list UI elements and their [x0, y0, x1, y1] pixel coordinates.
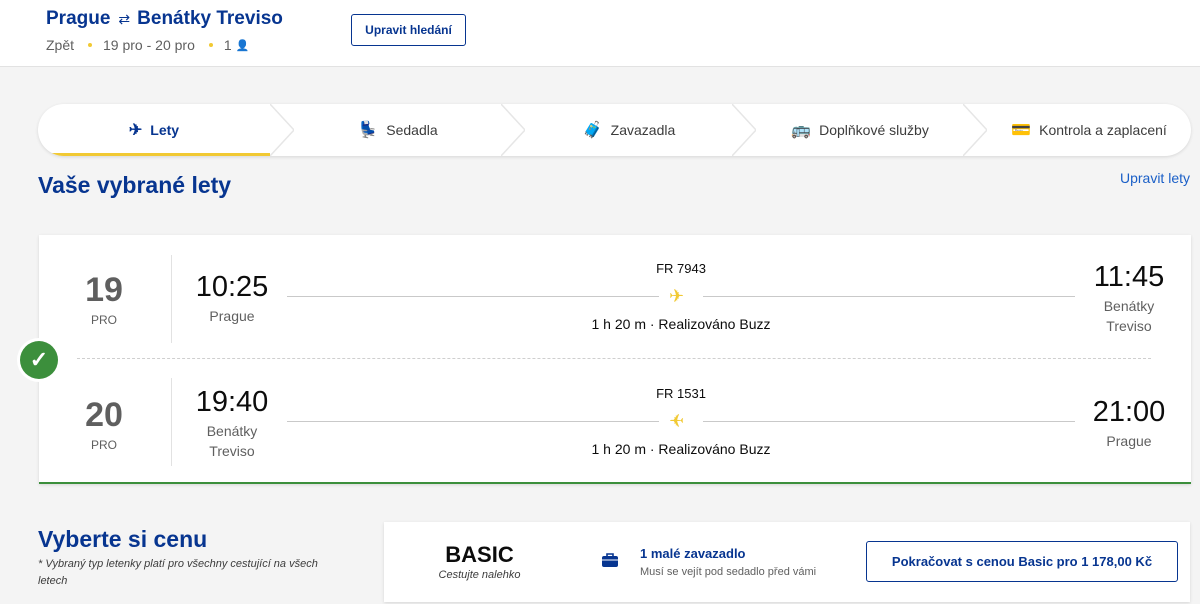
flight-number: FR 1531 [656, 386, 706, 401]
step-chevron [270, 104, 294, 156]
flight-route-line: FR 1531 ✈ 1 h 20 m · Realizováno Buzz [287, 370, 1075, 480]
person-icon: 👤 [235, 39, 250, 52]
step-seats[interactable]: 💺 Sedadla [294, 104, 502, 156]
edit-flights-link[interactable]: Upravit lety [1120, 170, 1190, 186]
route-line-left [287, 421, 659, 422]
plane-icon: ✈ [128, 122, 143, 139]
step-chevron [501, 104, 525, 156]
top-bar: Prague ⇄ Benátky Treviso Zpět 19 pro - 2… [0, 0, 1200, 67]
active-step-indicator [38, 153, 270, 156]
edit-search-button[interactable]: Upravit hledání [351, 14, 466, 46]
flight-row-outbound: 19 PRO 10:25 Prague FR 7943 ✈ 1 h 20 m ·… [39, 245, 1191, 355]
flight-divider [77, 358, 1151, 359]
flight-duration: 1 h 20 m · Realizováno Buzz [591, 316, 771, 332]
price-note: * Vybraný typ letenky platí pro všechny … [38, 558, 318, 587]
round-trip-icon: ⇄ [118, 10, 130, 27]
step-chevron [963, 104, 987, 156]
step-label: Lety [150, 122, 180, 138]
flight-day: 19 [85, 271, 123, 309]
flight-duration: 1 h 20 m · Realizováno Buzz [591, 441, 771, 457]
luggage-icon: 🧳 [582, 122, 603, 139]
continue-basic-button[interactable]: Pokračovat s cenou Basic pro 1 178,00 Kč [866, 541, 1178, 582]
departure: 19:40 Benátky Treviso [194, 388, 270, 461]
step-label: Kontrola a zaplacení [1039, 122, 1167, 138]
flight-row-return: 20 PRO 19:40 Benátky Treviso FR 1531 ✈ 1… [39, 370, 1191, 480]
bag-icon [602, 553, 618, 567]
flight-date: 19 PRO [69, 273, 139, 327]
flight-number: FR 7943 [656, 261, 706, 276]
bag-subtitle: Musí se vejít pod sedadlo před vámi [640, 566, 817, 578]
step-checkout[interactable]: 💳 Kontrola a zaplacení [987, 104, 1191, 156]
arrival-time: 21:00 [1092, 396, 1166, 428]
route-line-right [703, 421, 1075, 422]
separator-dot [208, 43, 213, 47]
flight-summary-card: 19 PRO 10:25 Prague FR 7943 ✈ 1 h 20 m ·… [39, 235, 1191, 484]
step-label: Doplňkové služby [819, 122, 929, 138]
checkmark-icon: ✓ [20, 341, 58, 379]
departure: 10:25 Prague [194, 273, 270, 326]
arrival: 21:00 Prague [1089, 398, 1169, 451]
departure-city: Benátky Treviso [206, 423, 258, 459]
departure-city: Prague [209, 308, 255, 324]
destination-city: Benátky Treviso [137, 8, 283, 29]
date-range: 19 pro - 20 pro [103, 37, 195, 53]
booking-stepper: ✈ Lety 💺 Sedadla 🧳 Zavazadla 🚌 Doplňkové… [38, 104, 1191, 156]
step-flights[interactable]: ✈ Lety [38, 104, 270, 156]
departure-time: 10:25 [195, 271, 269, 303]
airplane-return-icon: ✈ [669, 411, 685, 431]
step-label: Sedadla [386, 122, 438, 138]
step-luggage[interactable]: 🧳 Zavazadla [525, 104, 733, 156]
card-icon: 💳 [1011, 122, 1032, 139]
arrival-city: Benátky Treviso [1103, 298, 1155, 334]
arrival-time: 11:45 [1093, 261, 1165, 293]
step-chevron [732, 104, 756, 156]
step-extras[interactable]: 🚌 Doplňkové služby [756, 104, 964, 156]
fare-name: BASIC [445, 542, 514, 567]
choose-price-title: Vyberte si cenu [38, 526, 208, 552]
seat-icon: 💺 [358, 122, 379, 139]
route-title: Prague ⇄ Benátky Treviso [46, 8, 283, 30]
departure-time: 19:40 [195, 386, 269, 418]
separator-dot [88, 43, 93, 47]
passenger-count: 1 [223, 37, 232, 53]
selected-flights-title: Vaše vybrané lety [38, 172, 232, 198]
flight-day: 20 [85, 396, 123, 434]
bus-icon: 🚌 [791, 122, 812, 139]
flight-month: PRO [90, 313, 117, 327]
route-line-left [287, 296, 659, 297]
fare-tagline: Cestujte nalehko [438, 569, 521, 581]
step-label: Zavazadla [610, 122, 676, 138]
bag-title: 1 malé zavazadlo [640, 546, 746, 561]
flight-route-line: FR 7943 ✈ 1 h 20 m · Realizováno Buzz [287, 245, 1075, 355]
route-line-right [703, 296, 1075, 297]
flight-date: 20 PRO [69, 398, 139, 452]
arrival: 11:45 Benátky Treviso [1089, 263, 1169, 336]
search-summary: Zpět 19 pro - 20 pro 1 👤 [46, 37, 249, 53]
origin-city: Prague [46, 8, 111, 29]
back-link[interactable]: Zpět [46, 37, 74, 53]
column-divider [171, 255, 172, 343]
arrival-city: Prague [1106, 433, 1152, 449]
column-divider [171, 378, 172, 466]
flight-month: PRO [90, 438, 117, 452]
airplane-departure-icon: ✈ [669, 286, 685, 306]
fare-card-basic: BASIC Cestujte nalehko 1 malé zavazadlo … [384, 522, 1190, 602]
